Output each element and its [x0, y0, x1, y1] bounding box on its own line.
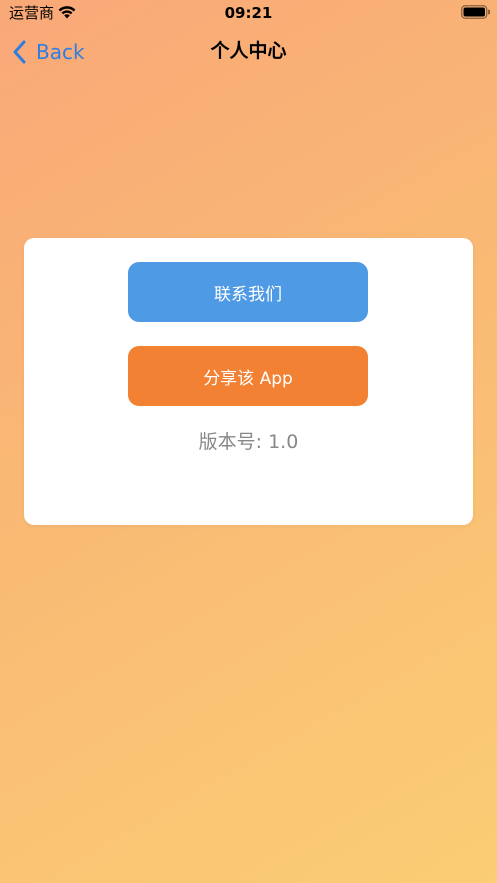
profile-card: 联系我们 分享该 App 版本号: 1.0: [24, 238, 473, 525]
status-time: 09:21: [224, 4, 273, 22]
version-label: 版本号: 1.0: [198, 431, 299, 453]
contact-us-button[interactable]: 联系我们: [128, 262, 368, 322]
page-title: 个人中心: [210, 40, 287, 62]
battery-icon: [461, 5, 490, 19]
navigation-bar: Back 个人中心: [0, 30, 497, 74]
status-bar: 运营商 09:21: [0, 0, 497, 26]
share-app-button[interactable]: 分享该 App: [128, 346, 368, 406]
